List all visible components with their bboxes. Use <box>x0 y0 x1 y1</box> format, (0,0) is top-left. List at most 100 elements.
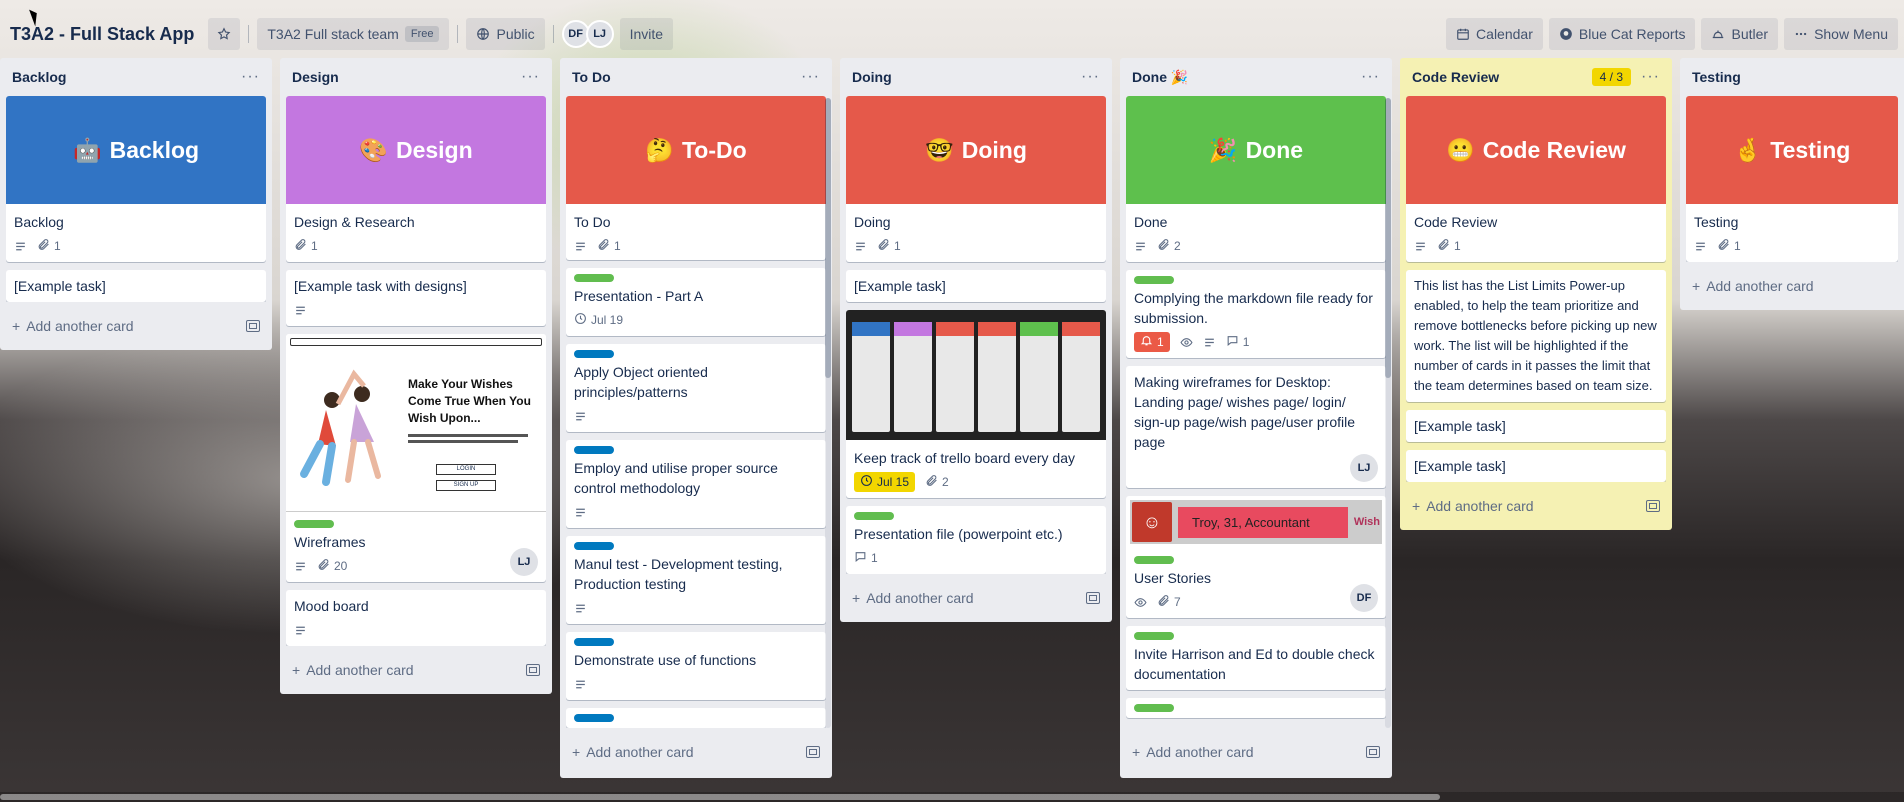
list-header[interactable]: Backlog ··· <box>6 58 266 96</box>
scrollbar-thumb[interactable] <box>825 98 831 378</box>
cover-card[interactable]: 🤔 To-Do To Do 1 <box>566 96 826 260</box>
list-title[interactable]: Doing <box>852 69 892 85</box>
card-member-avatar[interactable]: LJ <box>1350 454 1378 482</box>
card-template-icon[interactable] <box>1086 592 1100 604</box>
list-menu-icon[interactable]: ··· <box>801 68 820 86</box>
notification-badge[interactable]: 1 <box>1134 332 1170 352</box>
card-template-icon[interactable] <box>1366 746 1380 758</box>
divider <box>457 25 459 43</box>
invite-button[interactable]: Invite <box>619 18 674 50</box>
bluecat-reports-button[interactable]: Blue Cat Reports <box>1548 18 1696 50</box>
plus-icon: + <box>1692 278 1701 294</box>
add-card-button[interactable]: + Add another card <box>1406 488 1666 524</box>
list-menu-icon[interactable]: ··· <box>1361 68 1380 86</box>
card-template-icon[interactable] <box>806 746 820 758</box>
card[interactable]: [Example task] <box>1406 410 1666 442</box>
card-partial[interactable] <box>1126 698 1386 718</box>
list-header[interactable]: Code Review 4 / 3 ··· <box>1406 58 1666 96</box>
list-header[interactable]: To Do ··· <box>566 58 826 96</box>
cover-text: Testing <box>1770 136 1851 163</box>
board-title[interactable]: T3A2 - Full Stack App <box>6 24 202 45</box>
card[interactable]: [Example task] <box>846 270 1106 302</box>
add-card-button[interactable]: + Add another card <box>1126 734 1386 770</box>
card-template-icon[interactable] <box>246 320 260 332</box>
add-card-button[interactable]: + Add another card <box>1686 268 1898 304</box>
card-title: User Stories <box>1134 570 1212 586</box>
star-button[interactable] <box>208 18 241 50</box>
list-menu-icon[interactable]: ··· <box>1641 68 1660 86</box>
member-avatar[interactable]: LJ <box>585 20 614 48</box>
cover-card[interactable]: 🎨 Design Design & Research 1 <box>286 96 546 262</box>
list-title[interactable]: Done 🎉 <box>1132 69 1188 86</box>
due-date-badge[interactable]: Jul 15 <box>854 472 916 492</box>
show-menu-button[interactable]: Show Menu <box>1784 18 1898 50</box>
list-title[interactable]: Design <box>292 69 339 85</box>
list-menu-icon[interactable]: ··· <box>1081 68 1100 86</box>
list-title[interactable]: Testing <box>1692 69 1741 85</box>
card[interactable]: Complying the markdown file ready for su… <box>1126 270 1386 358</box>
card[interactable]: Make Your Wishes Come True When You Wish… <box>286 334 546 582</box>
card[interactable]: [Example task] <box>1406 450 1666 482</box>
card-title: Wireframes <box>294 534 366 550</box>
add-card-button[interactable]: + Add another card <box>286 652 546 688</box>
card-member-avatar[interactable]: DF <box>1350 584 1378 612</box>
butler-button[interactable]: Butler <box>1701 18 1779 50</box>
list-title[interactable]: Code Review <box>1412 69 1499 85</box>
scrollbar-thumb[interactable] <box>0 794 1440 800</box>
visibility-button[interactable]: Public <box>466 18 545 50</box>
plus-icon: + <box>1132 744 1141 760</box>
card[interactable]: Manul test - Development testing, Produc… <box>566 536 826 624</box>
card-title: [Example task] <box>1414 458 1506 474</box>
list-title[interactable]: Backlog <box>12 69 66 85</box>
card-partial[interactable] <box>566 708 826 728</box>
card[interactable]: Mood board <box>286 590 546 646</box>
list-menu-icon[interactable]: ··· <box>521 68 540 86</box>
cover-card[interactable]: 🤓 Doing Doing 1 <box>846 96 1106 262</box>
label-green <box>1134 556 1174 564</box>
comments-count: 1 <box>871 551 878 565</box>
card[interactable]: Making wireframes for Desktop: Landing p… <box>1126 366 1386 488</box>
card[interactable]: This list has the List Limits Power-up e… <box>1406 270 1666 402</box>
cover-card[interactable]: 😬 Code Review Code Review 1 <box>1406 96 1666 262</box>
cover-card[interactable]: 🤞 Testing Testing 1 <box>1686 96 1898 262</box>
calendar-button[interactable]: Calendar <box>1446 18 1543 50</box>
card-title: To Do <box>574 214 611 230</box>
description-icon <box>574 506 587 519</box>
team-button[interactable]: T3A2 Full stack team Free <box>257 18 450 50</box>
description-icon <box>1203 336 1216 349</box>
list-scrollbar[interactable] <box>825 98 831 728</box>
attachments-count: 2 <box>942 475 949 489</box>
list-scrollbar[interactable] <box>1385 98 1391 728</box>
card[interactable]: ☺ Troy, 31, Accountant Wish User Stories… <box>1126 496 1386 618</box>
list-header[interactable]: Done 🎉 ··· <box>1126 58 1386 96</box>
card-template-icon[interactable] <box>1646 500 1660 512</box>
cover-card[interactable]: 🤖 Backlog Backlog 1 <box>6 96 266 262</box>
list-header[interactable]: Testing <box>1686 58 1898 96</box>
divider <box>552 25 554 43</box>
card-title: Backlog <box>14 214 64 230</box>
add-card-button[interactable]: + Add another card <box>566 734 826 770</box>
card[interactable]: Keep track of trello board every day Jul… <box>846 310 1106 498</box>
card[interactable]: [Example task with designs] <box>286 270 546 326</box>
card-template-icon[interactable] <box>526 664 540 676</box>
board-horizontal-scrollbar[interactable] <box>0 792 1904 802</box>
card[interactable]: Presentation file (powerpoint etc.) 1 <box>846 506 1106 574</box>
list-header[interactable]: Design ··· <box>286 58 546 96</box>
scrollbar-thumb[interactable] <box>1385 98 1391 378</box>
card[interactable]: [Example task] <box>6 270 266 302</box>
cover-card[interactable]: 🎉 Done Done 2 <box>1126 96 1386 262</box>
card[interactable]: Presentation - Part A Jul 19 <box>566 268 826 336</box>
list-title[interactable]: To Do <box>572 69 611 85</box>
add-card-button[interactable]: + Add another card <box>846 580 1106 616</box>
list-menu-icon[interactable]: ··· <box>241 68 260 86</box>
card[interactable]: Apply Object oriented principles/pattern… <box>566 344 826 432</box>
card[interactable]: Employ and utilise proper source control… <box>566 440 826 528</box>
card[interactable]: Invite Harrison and Ed to double check d… <box>1126 626 1386 690</box>
card-list: 🤞 Testing Testing 1 <box>1686 96 1898 262</box>
card-member-avatar[interactable]: LJ <box>510 548 538 576</box>
add-card-button[interactable]: + Add another card <box>6 308 266 344</box>
card-title: Invite Harrison and Ed to double check d… <box>1134 646 1375 682</box>
list-header[interactable]: Doing ··· <box>846 58 1106 96</box>
card-title: Design & Research <box>294 214 415 230</box>
card[interactable]: Demonstrate use of functions <box>566 632 826 700</box>
